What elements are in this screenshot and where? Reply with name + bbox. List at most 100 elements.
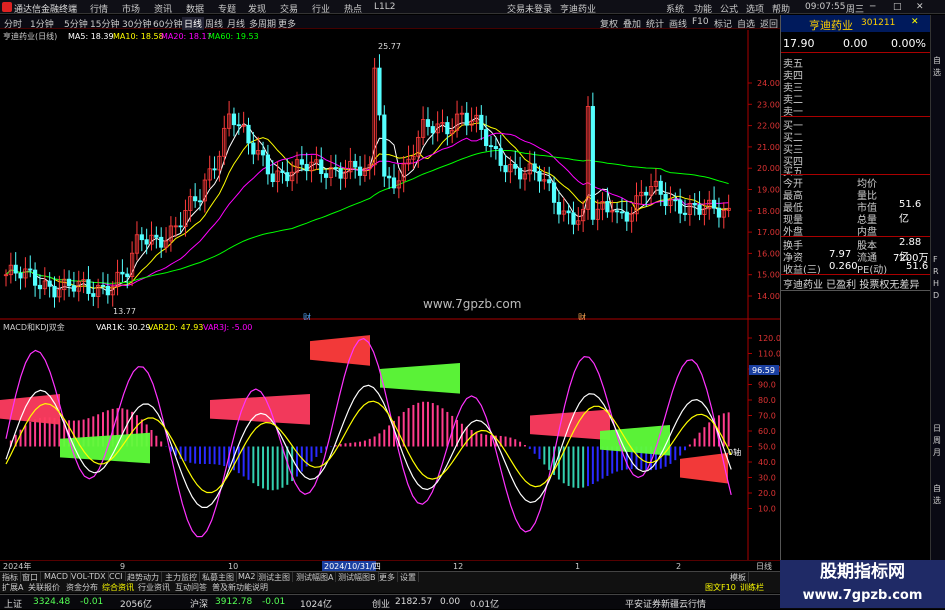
mark-button[interactable]: 标记 — [714, 17, 732, 30]
extension-tabs: 扩展A 关联报价 资金分布 综合资讯 行业资讯 互动问答 普及新功能说明 图文F… — [0, 582, 780, 593]
tab-qa[interactable]: 互动问答 — [175, 582, 207, 593]
f10-tab[interactable]: 图文F10 — [705, 582, 736, 593]
tab-period-timeshare[interactable]: 分时 — [4, 17, 22, 30]
ribbon-band — [210, 394, 310, 425]
menu-hot[interactable]: 热点 — [344, 2, 362, 15]
ma-line — [5, 117, 729, 292]
hs-index-name[interactable]: 沪深 — [190, 597, 208, 610]
tab-period-weekly[interactable]: 周线 — [205, 17, 223, 30]
side-tool[interactable]: 月 — [933, 447, 941, 458]
menu-options[interactable]: 选项 — [746, 2, 764, 15]
side-tool[interactable]: 自 — [933, 55, 941, 66]
tab-vol[interactable]: VOL-TDX — [69, 572, 109, 581]
finance-marker[interactable]: 财 — [578, 312, 586, 320]
close-panel-icon[interactable]: ✕ — [911, 17, 919, 27]
minimize-icon[interactable]: ─ — [870, 2, 875, 12]
candle-down — [154, 234, 159, 238]
side-tool[interactable]: F — [933, 255, 938, 264]
candle-down — [212, 168, 217, 171]
menu-formula[interactable]: 公式 — [720, 2, 738, 15]
side-tool[interactable]: 周 — [933, 435, 941, 446]
menu-system[interactable]: 系统 — [666, 2, 684, 15]
cy-index-name[interactable]: 创业 — [372, 597, 390, 610]
candle-down — [13, 264, 18, 274]
title-bar: 通达信金融终端 行情 市场 资讯 数据 专题 发现 交易 行业 热点 L1L2 … — [0, 0, 945, 15]
indicator-tick-label: 40.0 — [758, 458, 776, 467]
side-tool[interactable]: 选 — [933, 495, 941, 506]
side-tool[interactable]: 自 — [933, 483, 941, 494]
candle-down — [692, 202, 697, 206]
tab-period-60min[interactable]: 60分钟 — [153, 17, 182, 30]
finance-marker[interactable]: 财 — [303, 312, 311, 320]
tab-period-daily[interactable]: 日线 — [182, 17, 205, 30]
tab-news[interactable]: 综合资讯 — [102, 582, 134, 593]
tab-period-more[interactable]: 更多 — [278, 17, 296, 30]
tab-related[interactable]: 关联报价 — [28, 582, 60, 593]
candle-down — [18, 272, 23, 279]
close-icon[interactable]: ✕ — [916, 2, 924, 12]
menu-market[interactable]: 市场 — [122, 2, 140, 15]
tab-extend[interactable]: 扩展A — [2, 582, 23, 593]
draw-button[interactable]: 画线 — [669, 17, 687, 30]
tab-macd[interactable]: MACD — [42, 572, 71, 581]
side-tool[interactable]: H — [933, 279, 939, 288]
price-tick-label: 15.00 — [757, 271, 780, 280]
tab-fund-dist[interactable]: 资金分布 — [66, 582, 98, 593]
candle-down — [716, 207, 722, 218]
tab-period-15min[interactable]: 15分钟 — [90, 17, 119, 30]
tab-period-multi[interactable]: 多周期 — [249, 17, 276, 30]
menu-l1l2[interactable]: L1L2 — [374, 2, 395, 12]
side-tool[interactable]: R — [933, 267, 939, 276]
candle-series — [3, 54, 731, 309]
var2d-label: VAR2D: 47.93 — [148, 323, 203, 332]
candle-down — [91, 293, 96, 297]
date-label: 2024年 — [3, 561, 31, 571]
candle-down — [353, 160, 358, 168]
candle-down — [673, 199, 678, 202]
stock-note: 亨迪药业 已盈利 投票权无差异 — [783, 280, 920, 291]
watchlist-button[interactable]: 自选 — [737, 17, 755, 30]
candle-down — [391, 177, 397, 189]
tab-period-monthly[interactable]: 月线 — [227, 17, 245, 30]
menu-data[interactable]: 数据 — [186, 2, 204, 15]
period-toolbar: 分时 1分钟 5分钟 15分钟 30分钟 60分钟 日线 周线 月线 多周期 更… — [0, 15, 780, 30]
side-tool[interactable]: 选 — [933, 67, 941, 78]
menu-trade[interactable]: 交易 — [280, 2, 298, 15]
tab-cci[interactable]: CCI — [107, 572, 126, 581]
sh-index-name[interactable]: 上证 — [4, 597, 22, 610]
candle-down — [100, 284, 106, 287]
login-warning[interactable]: 交易未登录 — [507, 2, 552, 15]
candle-down — [323, 173, 329, 178]
training-tab[interactable]: 训练栏 — [740, 582, 764, 593]
menu-discover[interactable]: 发现 — [248, 2, 266, 15]
indicator-tick-label: 110.0 — [758, 350, 780, 359]
restore-button[interactable]: 复权 — [600, 17, 618, 30]
overlay-button[interactable]: 叠加 — [623, 17, 641, 30]
candle-down — [430, 126, 435, 134]
candle-down — [615, 210, 620, 213]
tab-industry-news[interactable]: 行业资讯 — [138, 582, 170, 593]
brand-url: www.7gpzb.com — [802, 588, 923, 603]
menu-industry[interactable]: 行业 — [312, 2, 330, 15]
indicator-chart[interactable]: MACD和KDJ双金 VAR1K: 30.29 VAR2D: 47.93 VAR… — [0, 320, 780, 560]
menu-news[interactable]: 资讯 — [154, 2, 172, 15]
back-button[interactable]: 返回 — [760, 17, 778, 30]
candlestick-chart[interactable]: 亨迪药业(日线) MA5: 18.39 MA10: 18.58 MA20: 18… — [0, 30, 780, 320]
menu-function[interactable]: 功能 — [694, 2, 712, 15]
menu-help[interactable]: 帮助 — [772, 2, 790, 15]
side-tool[interactable]: D — [933, 291, 939, 300]
stock-link[interactable]: 亨迪药业 — [560, 2, 596, 15]
maximize-icon[interactable]: □ — [893, 2, 902, 12]
tab-period-5min[interactable]: 5分钟 — [64, 17, 88, 30]
candle-down — [304, 163, 309, 172]
menu-topic[interactable]: 专题 — [218, 2, 236, 15]
menu-quote[interactable]: 行情 — [90, 2, 108, 15]
tab-period-1min[interactable]: 1分钟 — [30, 17, 54, 30]
tab-new-features[interactable]: 普及新功能说明 — [212, 582, 268, 593]
f10-button[interactable]: F10 — [692, 17, 709, 27]
high-price-label: 25.77 — [378, 42, 401, 51]
stats-button[interactable]: 统计 — [646, 17, 664, 30]
side-tool[interactable]: 日 — [933, 423, 941, 434]
candle-down — [697, 204, 702, 215]
tab-period-30min[interactable]: 30分钟 — [122, 17, 151, 30]
